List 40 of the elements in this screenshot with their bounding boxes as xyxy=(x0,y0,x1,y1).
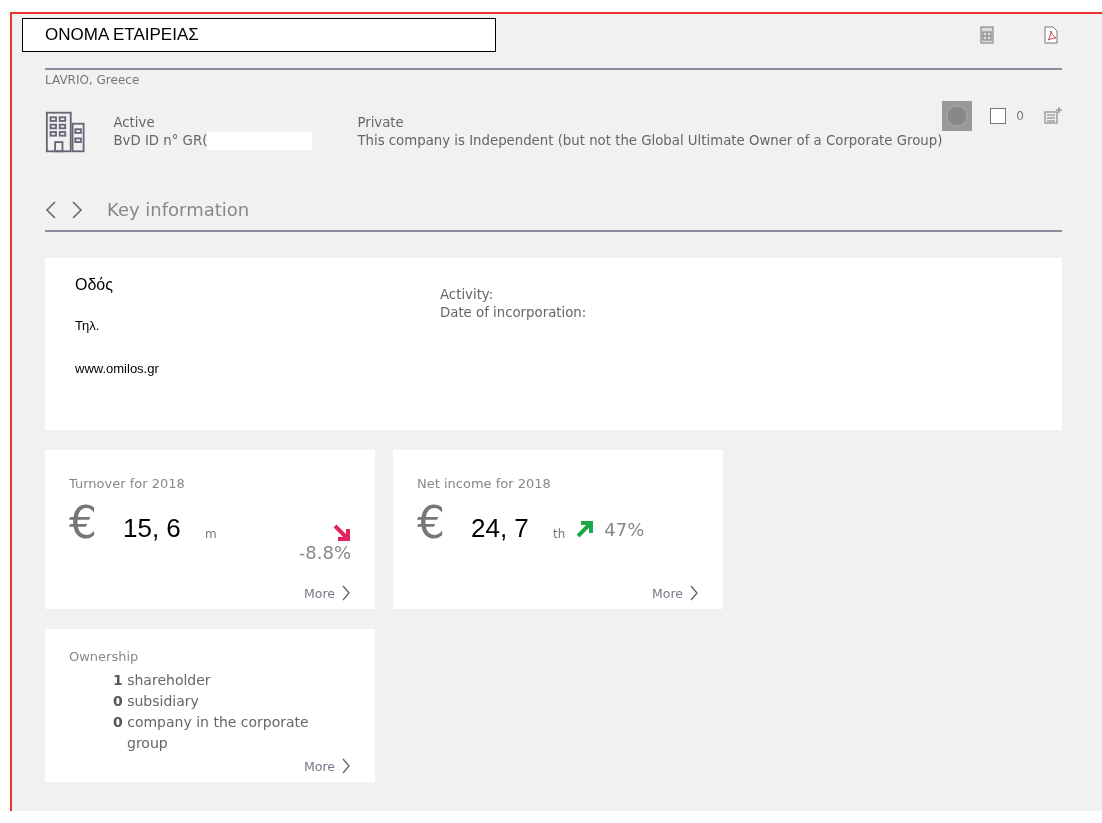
ownership-item: 0 company in the corporate group xyxy=(113,713,310,753)
spreadsheet-icon[interactable] xyxy=(980,26,994,44)
independence-text: This company is Independent (but not the Global Ultimate Owner of a Corporate Group) xyxy=(357,132,943,150)
company-name: ΟΝΟΜΑ ΕΤΑΙΡΕΙΑΣ xyxy=(22,18,496,52)
selection-count: 0 xyxy=(1016,109,1024,123)
ownership-item: 1 shareholder xyxy=(113,671,212,690)
building-icon xyxy=(45,109,86,155)
chevron-icon xyxy=(341,585,351,601)
metric-value: 24, 7 xyxy=(471,513,530,544)
more-link[interactable]: More xyxy=(304,585,351,601)
section-title: Key information xyxy=(107,199,250,220)
pdf-icon[interactable] xyxy=(1044,26,1058,44)
phone-text: Τηλ. xyxy=(75,318,101,333)
more-link[interactable]: More xyxy=(652,585,699,601)
currency-symbol: € xyxy=(417,501,445,545)
location-text: LAVRIO, Greece xyxy=(45,73,141,87)
company-type: Private xyxy=(357,114,405,132)
unit-text: th xyxy=(553,527,566,541)
website-link[interactable]: www.omilos.gr xyxy=(75,361,440,376)
add-to-list-icon[interactable] xyxy=(1044,107,1062,125)
ownership-title: Ownership xyxy=(69,649,140,664)
metric-value: 15, 6 xyxy=(123,513,182,544)
change-text: 47% xyxy=(604,519,645,540)
chevron-icon xyxy=(341,758,351,774)
bvd-id-text: BvD ID n° GR( xyxy=(113,132,208,150)
metric-title: Net income for 2018 xyxy=(417,476,552,491)
metric-title: Turnover for 2018 xyxy=(69,476,186,491)
status-text: Active xyxy=(113,114,156,132)
trend-down-icon xyxy=(332,523,351,542)
currency-symbol: € xyxy=(69,501,97,545)
field-label: Date of incorporation: xyxy=(440,304,587,322)
address-text: Οδός xyxy=(75,276,114,294)
more-link[interactable]: More xyxy=(304,758,351,774)
change-text: -8.8% xyxy=(298,542,351,563)
select-checkbox[interactable] xyxy=(990,108,1007,124)
trend-up-icon xyxy=(575,520,595,539)
field-label: Activity: xyxy=(440,286,495,304)
unit-text: m xyxy=(205,527,217,541)
chevron-icon xyxy=(689,585,699,601)
ownership-item: 0 subsidiary xyxy=(113,692,200,711)
